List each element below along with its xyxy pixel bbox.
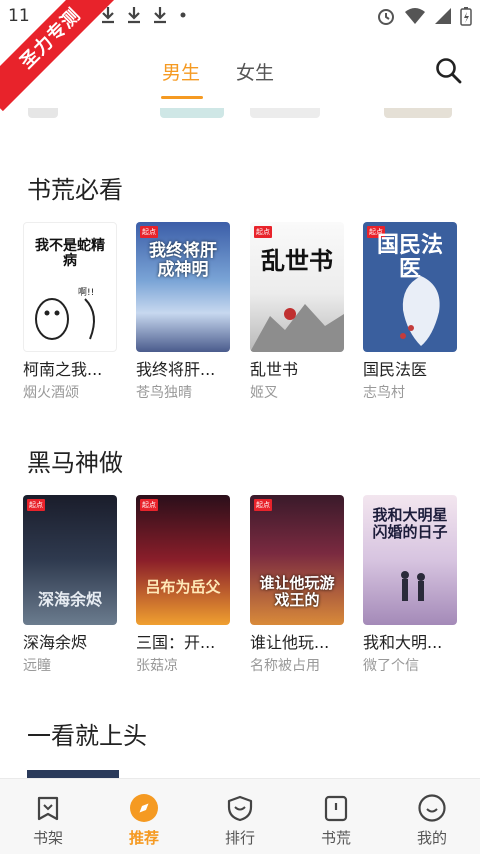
ranking-icon [227,795,253,822]
book-title: 我和大明... [363,633,443,652]
nav-ranking[interactable]: 排行 [192,779,288,854]
cover-title: 我不是蛇精病 [35,238,105,270]
book-title: 三国：开... [136,633,216,652]
bookshelf-icon [37,796,59,821]
nav-label: 我的 [416,829,447,847]
wifi-icon [405,8,425,24]
publisher-badge: 起点 [27,499,45,511]
book-cover: 起点 深海余烬 [23,495,117,625]
section-title: 书荒必看 [27,176,123,204]
book-author: 志鸟村 [363,385,405,401]
cover-title: 我终将肝成神明 [149,241,217,280]
search-icon[interactable] [434,56,462,84]
book-title: 柯南之我... [23,360,103,379]
section-title: 黑马神做 [27,449,123,477]
book-author: 张菇凉 [136,658,178,674]
book-title: 谁让他玩... [250,633,330,652]
book-card[interactable]: 起点 我终将肝成神明 我终将肝... 苍鸟独晴 [136,222,232,402]
book-title: 深海余烬 [23,633,88,652]
nav-label: 排行 [224,829,255,847]
cover-illustration [401,571,425,601]
book-cover: 起点 吕布为岳父 [136,495,230,625]
cover-title: 深海余烬 [37,590,102,609]
bottom-nav: 书架 推荐 排行 书荒 我的 [0,778,480,854]
status-time: 11 [8,6,30,26]
book-cover: 我和大明星闪婚的日子 [363,495,457,625]
book-title: 国民法医 [363,360,428,379]
download-icon [154,7,166,24]
cover-title: 谁让他玩游戏王的 [259,574,335,609]
nav-bookshelf[interactable]: 书架 [0,779,96,854]
system-icons [376,6,472,26]
book-card[interactable]: 我不是蛇精病 啊!! 柯南之我... 烟火酒颂 [23,222,119,402]
nav-label: 书荒 [320,829,351,847]
publisher-badge: 起点 [140,226,158,238]
book-author: 姬叉 [250,385,278,401]
nav-label: 书架 [32,829,63,847]
tab-male[interactable]: 男生 [162,58,200,85]
active-tab-indicator [161,96,203,99]
publisher-badge: 起点 [140,499,158,511]
book-author: 微了个信 [363,658,419,674]
cover-illustration [400,276,440,346]
book-cover: 起点 我终将肝成神明 [136,222,230,352]
book-card[interactable]: 起点 国民法医 国民法医 志鸟村 [363,222,459,402]
book-card[interactable]: 起点 深海余烬 深海余烬 远瞳 [23,495,119,675]
cover-title: 乱世书 [261,247,333,275]
book-title: 乱世书 [250,360,299,379]
nav-booklack[interactable]: 书荒 [288,779,384,854]
publisher-badge: 起点 [254,226,272,238]
section-title: 一看就上头 [27,722,147,750]
nav-recommend[interactable]: 推荐 [96,779,192,854]
dot-icon [180,12,186,18]
cover-illustration [250,304,344,352]
tab-female[interactable]: 女生 [236,58,274,85]
svg-text:啊!!: 啊!! [78,287,94,298]
book-author: 苍鸟独晴 [136,385,192,401]
notification-icons [100,6,188,24]
alarm-icon [378,9,394,25]
download-icon [128,7,140,24]
book-card[interactable]: 我和大明星闪婚的日子 我和大明... 微了个信 [363,495,459,675]
book-cover: 起点 谁让他玩游戏王的 [250,495,344,625]
signal-icon [435,8,451,24]
book-card[interactable]: 起点 乱世书 乱世书 姬叉 [250,222,346,402]
nav-profile[interactable]: 我的 [384,779,480,854]
book-author: 烟火酒颂 [23,385,79,401]
book-cover: 起点 乱世书 [250,222,344,352]
book-card[interactable]: 起点 谁让他玩游戏王的 谁让他玩... 名称被占用 [250,495,346,675]
compass-icon [130,794,158,822]
book-icon [324,795,348,822]
book-title: 我终将肝... [136,360,216,379]
nav-label: 推荐 [128,829,159,847]
book-cover: 起点 国民法医 [363,222,457,352]
cover-illustration: 啊!! [35,287,95,340]
book-author: 名称被占用 [250,658,320,674]
profile-icon [418,794,446,822]
publisher-badge: 起点 [254,499,272,511]
book-card[interactable]: 起点 吕布为岳父 三国：开... 张菇凉 [136,495,232,675]
top-tab-bar: 男生 女生 [0,32,480,108]
book-cover: 我不是蛇精病 啊!! [23,222,117,352]
cover-title: 我和大明星闪婚的日子 [372,506,448,541]
battery-icon [460,7,472,26]
cover-title: 吕布为岳父 [145,578,221,596]
book-author: 远瞳 [23,658,51,674]
